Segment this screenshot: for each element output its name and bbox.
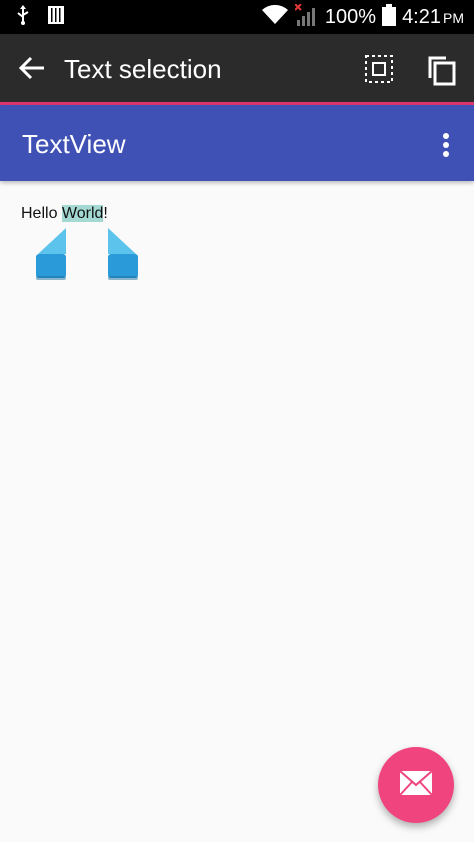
- clock-ampm: PM: [443, 9, 464, 26]
- mail-icon: [399, 769, 433, 801]
- storage-icon: [48, 5, 64, 29]
- action-mode-title: Text selection: [64, 54, 222, 84]
- selection-handle-start[interactable]: [34, 228, 68, 282]
- battery-icon: [382, 3, 397, 31]
- battery-percent: 100%: [324, 5, 377, 28]
- copy-icon[interactable]: [426, 54, 458, 86]
- selection-handle-end[interactable]: [106, 228, 140, 282]
- signal-icon: [294, 2, 319, 31]
- wifi-icon: [261, 4, 289, 31]
- status-bar-left: [16, 0, 64, 34]
- fab-mail-button[interactable]: [378, 747, 454, 823]
- text-after: !: [103, 205, 108, 222]
- usb-icon: [16, 4, 30, 30]
- clock-time: 4:21: [402, 5, 441, 28]
- text-before: Hello: [21, 205, 62, 222]
- select-all-icon[interactable]: [364, 54, 394, 84]
- status-bar-right: 100% 4:21 PM: [261, 0, 464, 34]
- text-view[interactable]: Hello World!: [21, 202, 108, 226]
- toolbar-title: TextView: [22, 129, 126, 159]
- status-bar: 100% 4:21 PM: [0, 0, 474, 34]
- more-vert-icon[interactable]: [436, 130, 456, 160]
- clock: 4:21 PM: [402, 6, 464, 29]
- selected-text[interactable]: World: [61, 205, 104, 222]
- back-arrow-icon[interactable]: [16, 52, 48, 84]
